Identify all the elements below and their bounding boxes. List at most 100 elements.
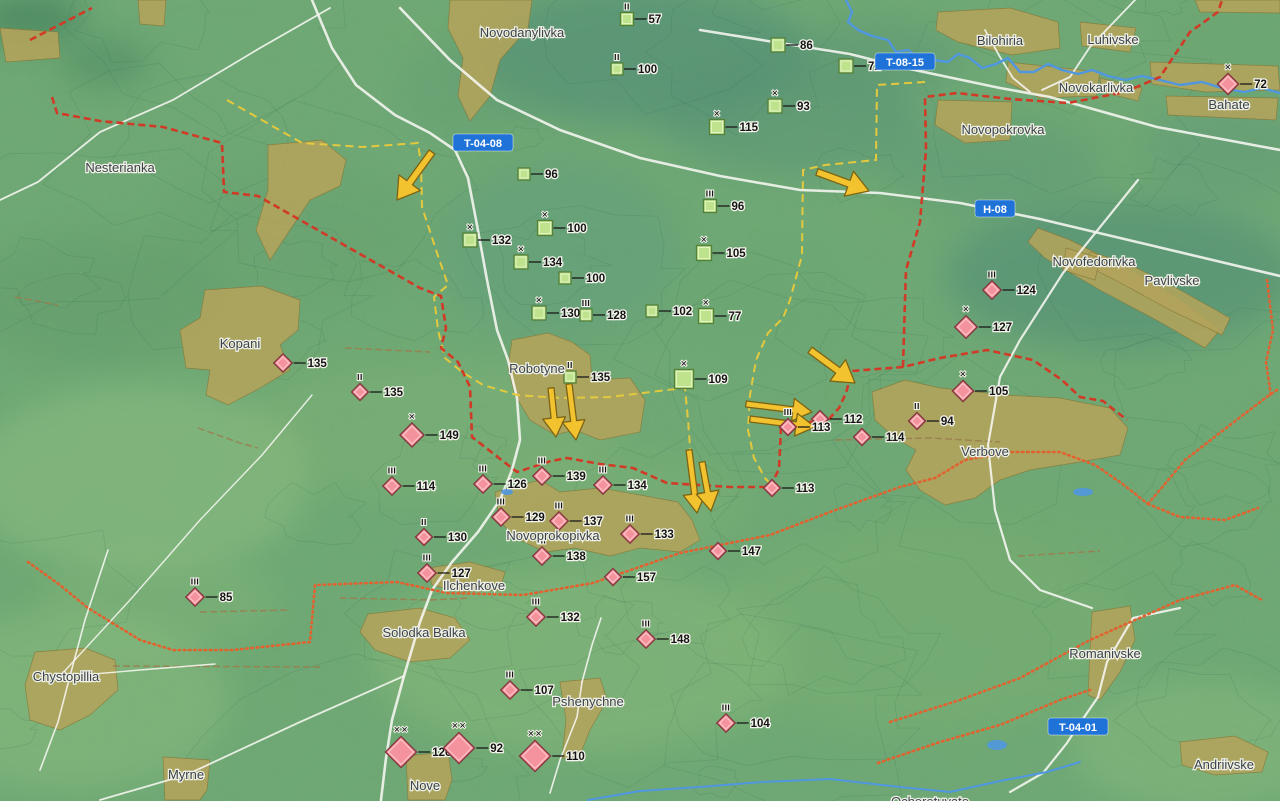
road-shield-T-08-15: T-08-15 <box>875 53 935 70</box>
unit-echelon: III <box>706 189 715 199</box>
unit-number: 94 <box>941 416 954 428</box>
place-label-novopokrovka: Novopokrovka <box>961 122 1045 137</box>
place-label-robotyne: Robotyne <box>509 361 565 376</box>
unit-echelon: III <box>722 702 731 712</box>
unit-echelon: III <box>532 596 541 606</box>
place-label-novoprokopivka: Novoprokopivka <box>506 528 600 543</box>
place-label-ilchenkove: Ilchenkove <box>443 578 505 593</box>
unit-number: 107 <box>535 685 554 697</box>
unit-number: 137 <box>584 516 603 528</box>
unit-echelon: ✕ <box>962 304 970 314</box>
place-label-novokarlivka: Novokarlivka <box>1059 80 1134 95</box>
unit-number: 133 <box>655 529 674 541</box>
unit-number: 93 <box>797 101 810 113</box>
unit-echelon: II <box>614 52 620 62</box>
unit-echelon: ✕✕ <box>451 721 466 731</box>
unit-echelon: III <box>479 463 488 473</box>
unit-number: 85 <box>220 592 233 604</box>
unit-number: 127 <box>993 322 1012 334</box>
friendly-square-icon <box>675 370 694 389</box>
unit-echelon: ✕ <box>771 88 779 98</box>
place-label-solodka-balka: Solodka Balka <box>382 625 466 640</box>
unit-echelon: ✕ <box>517 244 525 254</box>
unit-echelon: III <box>599 464 608 474</box>
unit-number: 134 <box>543 257 563 269</box>
unit-number: 126 <box>508 479 527 491</box>
unit-echelon: III <box>582 298 591 308</box>
pond <box>1073 488 1093 496</box>
unit-echelon: III <box>988 269 997 279</box>
place-label-pavlivske: Pavlivske <box>1145 273 1200 288</box>
unit-number: 115 <box>740 122 759 134</box>
place-label-bahate: Bahate <box>1208 97 1249 112</box>
unit-echelon: ✕ <box>959 369 967 379</box>
unit-number: 114 <box>886 432 905 444</box>
place-label-nove: Nove <box>410 778 440 793</box>
unit-number: 124 <box>1017 285 1037 297</box>
unit-number: 92 <box>490 743 503 755</box>
unit-number: 149 <box>440 430 459 442</box>
unit-echelon: ✕ <box>713 109 721 119</box>
village-polygon-field-topright <box>1195 0 1280 13</box>
unit-echelon: ✕ <box>1224 62 1232 72</box>
unit-echelon: ✕ <box>702 298 710 308</box>
place-label-novofedorivka: Novofedorivka <box>1052 254 1136 269</box>
unit-number: 128 <box>607 310 627 322</box>
unit-echelon: III <box>497 496 506 506</box>
unit-number: 86 <box>800 40 813 52</box>
situation-map[interactable]: ✕72III124✕127135II135✕149✕105II94112III1… <box>0 0 1280 801</box>
village-polygon-field-topleft-b <box>138 0 166 26</box>
unit-echelon: III <box>555 500 564 510</box>
unit-number: 130 <box>448 532 467 544</box>
place-label-ocheretuvate: Ocheretuvate <box>891 794 969 801</box>
unit-number: 113 <box>796 483 815 495</box>
village-polygon-field-topleft-a <box>0 28 60 62</box>
unit-number: 104 <box>751 718 771 730</box>
unit-echelon: ✕ <box>700 235 708 245</box>
unit-number: 138 <box>567 551 587 563</box>
unit-echelon: ✕✕ <box>393 725 408 735</box>
unit-number: 105 <box>727 248 747 260</box>
place-label-novodanylivka: Novodanylivka <box>480 25 565 40</box>
unit-echelon: III <box>538 455 547 465</box>
unit-number: 105 <box>989 386 1009 398</box>
unit-echelon: II <box>357 372 363 382</box>
unit-number: 148 <box>671 634 691 646</box>
terrain-shade <box>845 490 1165 610</box>
unit-number: 96 <box>732 201 745 213</box>
road-shield-label: T-04-08 <box>464 138 502 150</box>
unit-number: 96 <box>545 169 558 181</box>
place-label-kopani: Kopani <box>220 336 261 351</box>
unit-number: 102 <box>673 306 692 318</box>
road-shield-label: T-04-01 <box>1059 722 1097 734</box>
road-shield-T-04-01: T-04-01 <box>1048 718 1108 735</box>
unit-number: 110 <box>566 751 585 763</box>
place-label-verbove: Verbove <box>961 444 1009 459</box>
road-shield-label: H-08 <box>983 204 1007 216</box>
place-label-pshenychne: Pshenychne <box>552 694 624 709</box>
unit-number: 139 <box>567 471 586 483</box>
unit-number: 130 <box>561 308 580 320</box>
unit-echelon: III <box>626 513 635 523</box>
place-label-bilohiria: Bilohiria <box>977 33 1024 48</box>
unit-number: 134 <box>628 480 648 492</box>
unit-echelon: ✕ <box>680 359 688 369</box>
unit-number: 157 <box>637 572 656 584</box>
unit-number: 112 <box>844 414 863 426</box>
unit-echelon: III <box>784 407 793 417</box>
unit-number: 100 <box>586 273 605 285</box>
unit-number: 147 <box>742 546 761 558</box>
place-label-luhivske: Luhivske <box>1087 32 1138 47</box>
road-shield-label: T-08-15 <box>886 57 924 69</box>
map-stage: ✕72III124✕127135II135✕149✕105II94112III1… <box>0 0 1280 801</box>
unit-number: 77 <box>729 311 742 323</box>
unit-echelon: III <box>423 552 432 562</box>
unit-number: 100 <box>568 223 587 235</box>
unit-number: 113 <box>812 422 831 434</box>
place-label-nesterianka: Nesterianka <box>85 160 155 175</box>
unit-echelon: II <box>624 2 630 12</box>
unit-number: 100 <box>638 64 657 76</box>
unit-echelon: II <box>914 401 920 411</box>
unit-number: 135 <box>591 372 611 384</box>
unit-number: 72 <box>1254 79 1267 91</box>
